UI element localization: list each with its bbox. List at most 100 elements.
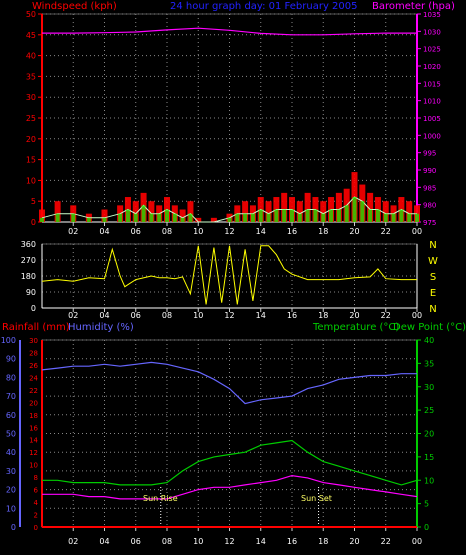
dir-xtick-label: 22 <box>381 311 391 320</box>
wind-ytick-label: 0 <box>31 218 36 227</box>
temp-xtick-label: 10 <box>193 537 203 546</box>
temp-ytick-label: 30 <box>424 383 434 392</box>
wind-bar <box>180 217 185 222</box>
wind-bar <box>305 209 310 222</box>
wind-ytick-label: 20 <box>26 135 36 144</box>
dir-xtick-label: 20 <box>349 311 359 320</box>
temp-xtick-label: 08 <box>162 537 172 546</box>
dir-xtick-label: 12 <box>224 311 234 320</box>
wind-bar <box>375 209 380 222</box>
wind-bar <box>297 213 302 222</box>
dir-xtick-label: 02 <box>68 311 78 320</box>
temp-ytick-label: 15 <box>424 453 434 462</box>
rain-ytick-label: 10 <box>29 462 38 470</box>
wind-bar <box>399 209 404 222</box>
rain-ytick-label: 16 <box>29 424 38 432</box>
sunset-label: Sun Set <box>301 494 332 503</box>
humidity-ytick-label: 90 <box>6 355 16 364</box>
weather-chart: 0510152025303540455097598098599099510001… <box>1 1 466 546</box>
baro-ytick-label: 985 <box>423 184 436 192</box>
humidity-ytick-label: 30 <box>6 467 16 476</box>
wind-ytick-label: 40 <box>26 52 36 61</box>
dir-ytick-label: 180 <box>21 272 36 281</box>
rain-ytick-label: 30 <box>29 337 38 345</box>
rain-ytick-label: 2 <box>34 512 38 520</box>
dewpoint-axis-label: Dew Point (°C) <box>393 322 466 333</box>
temp-ytick-label: 0 <box>424 523 429 532</box>
wind-bar <box>368 209 373 222</box>
temp-xtick-label: 22 <box>381 537 391 546</box>
wind-bar <box>149 213 154 222</box>
wind-xtick-label: 12 <box>224 227 234 236</box>
wind-bar <box>407 213 412 222</box>
baro-ytick-label: 1005 <box>423 115 441 123</box>
wind-xtick-label: 02 <box>68 227 78 236</box>
temp-xtick-label: 16 <box>287 537 297 546</box>
humidity-axis-label: Humidity (%) <box>68 322 134 333</box>
wind-bar <box>235 213 240 222</box>
wind-bar <box>321 213 326 222</box>
wind-bar <box>258 209 263 222</box>
wind-ytick-label: 25 <box>26 114 36 123</box>
wind-xtick-label: 00 <box>412 227 422 236</box>
wind-xtick-label: 10 <box>193 227 203 236</box>
dir-xtick-label: 14 <box>256 311 266 320</box>
rain-ytick-label: 20 <box>29 399 38 407</box>
wind-bar <box>313 209 318 222</box>
direction-line <box>41 245 417 305</box>
wind-bar <box>383 213 388 222</box>
dir-ytick-label: 360 <box>21 240 36 249</box>
wind-bar <box>172 213 177 222</box>
humidity-ytick-label: 0 <box>11 523 16 532</box>
dewpoint-line <box>42 474 418 500</box>
wind-bar <box>243 213 248 222</box>
wind-xtick-label: 20 <box>349 227 359 236</box>
rain-ytick-label: 8 <box>34 474 38 482</box>
wind-xtick-label: 22 <box>381 227 391 236</box>
dir-xtick-label: 06 <box>131 311 141 320</box>
wind-bar <box>157 213 162 222</box>
dir-xtick-label: 04 <box>99 311 109 320</box>
wind-bar <box>344 205 349 222</box>
temp-xtick-label: 12 <box>224 537 234 546</box>
wind-bar <box>118 213 123 222</box>
baro-ytick-label: 1015 <box>423 80 441 88</box>
compass-label: N <box>429 240 436 251</box>
rain-ytick-label: 14 <box>29 437 38 445</box>
humidity-ytick-label: 100 <box>1 336 16 345</box>
temp-xtick-label: 04 <box>99 537 109 546</box>
barometer-axis-label: Barometer (hpa) <box>372 1 455 12</box>
wind-ytick-label: 15 <box>26 156 36 165</box>
baro-ytick-label: 1025 <box>423 46 441 54</box>
baro-ytick-label: 1030 <box>423 28 441 36</box>
rain-ytick-label: 0 <box>34 524 38 532</box>
dir-xtick-label: 08 <box>162 311 172 320</box>
temp-ytick-label: 5 <box>424 500 429 509</box>
humidity-ytick-label: 10 <box>6 504 16 513</box>
wind-bar <box>86 217 91 222</box>
temperature-line <box>42 439 418 486</box>
wind-xtick-label: 06 <box>131 227 141 236</box>
wind-ytick-label: 45 <box>26 31 36 40</box>
rain-ytick-label: 22 <box>29 387 38 395</box>
wind-bar <box>336 209 341 222</box>
temperature-axis-label: Temperature (°C) <box>312 322 399 333</box>
temp-xtick-label: 00 <box>412 537 422 546</box>
baro-ytick-label: 1035 <box>423 11 441 19</box>
temp-xtick-label: 14 <box>256 537 266 546</box>
wind-ytick-label: 35 <box>26 72 36 81</box>
wind-ytick-label: 5 <box>31 197 36 206</box>
temp-ytick-label: 25 <box>424 406 434 415</box>
baro-ytick-label: 980 <box>423 202 436 210</box>
wind-bar <box>71 213 76 222</box>
windspeed-axis-label: Windspeed (kph) <box>32 1 117 12</box>
baro-ytick-label: 975 <box>423 219 436 227</box>
wind-bar <box>415 213 419 222</box>
wind-bar <box>282 209 287 222</box>
compass-label: W <box>428 256 438 267</box>
humidity-ytick-label: 70 <box>6 392 16 401</box>
rain-ytick-label: 26 <box>29 362 38 370</box>
wind-bar <box>266 213 271 222</box>
dir-xtick-label: 18 <box>318 311 328 320</box>
wind-xtick-label: 14 <box>256 227 266 236</box>
